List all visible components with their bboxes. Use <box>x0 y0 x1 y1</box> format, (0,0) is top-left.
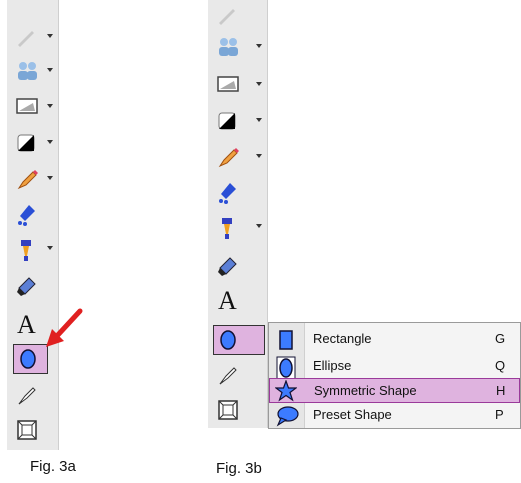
text-tool-icon: A <box>218 286 237 315</box>
fill-tool[interactable] <box>212 106 262 136</box>
pen-nib-tool[interactable] <box>212 360 254 390</box>
frame-tool-icon <box>17 420 37 440</box>
pen-nib-tool-icon <box>18 387 36 405</box>
menu-item-preset-shape[interactable]: Preset Shape P <box>269 403 520 428</box>
menu-item-shortcut: H <box>496 383 506 398</box>
stamp-tool-icon <box>222 218 232 239</box>
ellipse-tool-icon <box>220 330 236 350</box>
menu-item-label: Ellipse <box>313 358 352 373</box>
brush-tool[interactable] <box>11 198 53 228</box>
star-icon <box>275 380 297 402</box>
frame-tool[interactable] <box>212 394 254 424</box>
pen-tool-icon <box>219 9 235 25</box>
stamp-tool[interactable] <box>11 234 53 264</box>
text-tool-icon: A <box>17 310 36 339</box>
image-tool-icon <box>16 98 38 114</box>
eraser-tool-icon <box>17 277 36 296</box>
image-tool[interactable] <box>11 92 53 122</box>
image-tool-icon <box>217 76 239 92</box>
pencil-tool[interactable] <box>212 142 262 172</box>
frame-tool-icon <box>218 400 238 420</box>
pencil-tool-icon <box>218 148 239 168</box>
shape-menu: Rectangle G Ellipse Q Symmetric Shape H … <box>268 322 521 429</box>
ellipse-tool-active[interactable] <box>213 325 265 355</box>
ellipse-icon <box>276 356 296 380</box>
fill-tool[interactable] <box>11 128 53 158</box>
image-tool[interactable] <box>212 70 262 100</box>
pen-tool[interactable] <box>212 0 254 30</box>
people-tool-icon <box>18 62 37 80</box>
menu-item-ellipse[interactable]: Ellipse Q <box>269 354 520 380</box>
pencil-tool[interactable] <box>11 164 53 194</box>
menu-item-label: Symmetric Shape <box>314 383 417 398</box>
menu-item-shortcut: G <box>495 331 506 346</box>
toolbar-3b: A <box>208 0 268 428</box>
brush-tool-icon <box>219 183 236 204</box>
speech-bubble-icon <box>276 406 299 427</box>
stamp-tool-icon <box>21 240 31 261</box>
eraser-tool[interactable] <box>11 270 53 300</box>
menu-item-symmetric-shape[interactable]: Symmetric Shape H <box>269 378 520 403</box>
frame-tool[interactable] <box>11 414 53 444</box>
brush-tool-icon <box>18 205 35 226</box>
people-tool[interactable] <box>11 56 53 86</box>
menu-item-shortcut: P <box>495 407 504 422</box>
pen-nib-tool[interactable] <box>11 380 53 410</box>
caption-fig-3b: Fig. 3b <box>216 460 262 477</box>
eraser-tool[interactable] <box>212 250 254 280</box>
pencil-tool-icon <box>17 170 38 190</box>
rectangle-icon <box>279 330 293 350</box>
brush-tool[interactable] <box>212 176 254 206</box>
ellipse-tool-icon <box>20 349 36 369</box>
menu-item-label: Rectangle <box>313 331 372 346</box>
fill-tool-icon <box>17 134 35 152</box>
red-arrow-icon <box>46 308 83 347</box>
pen-tool[interactable] <box>11 22 53 52</box>
pen-nib-tool-icon <box>219 367 237 385</box>
people-tool-icon <box>219 38 238 56</box>
text-tool[interactable]: A <box>212 288 254 318</box>
menu-item-rectangle[interactable]: Rectangle G <box>269 327 520 352</box>
stamp-tool[interactable] <box>212 212 262 242</box>
people-tool[interactable] <box>212 32 262 62</box>
menu-item-label: Preset Shape <box>313 407 392 422</box>
eraser-tool-icon <box>218 257 237 276</box>
caption-fig-3a: Fig. 3a <box>30 458 76 475</box>
fill-tool-icon <box>218 112 236 130</box>
menu-item-shortcut: Q <box>495 358 506 373</box>
pen-tool-icon <box>18 31 34 47</box>
toolbar-3a: A <box>7 0 59 450</box>
